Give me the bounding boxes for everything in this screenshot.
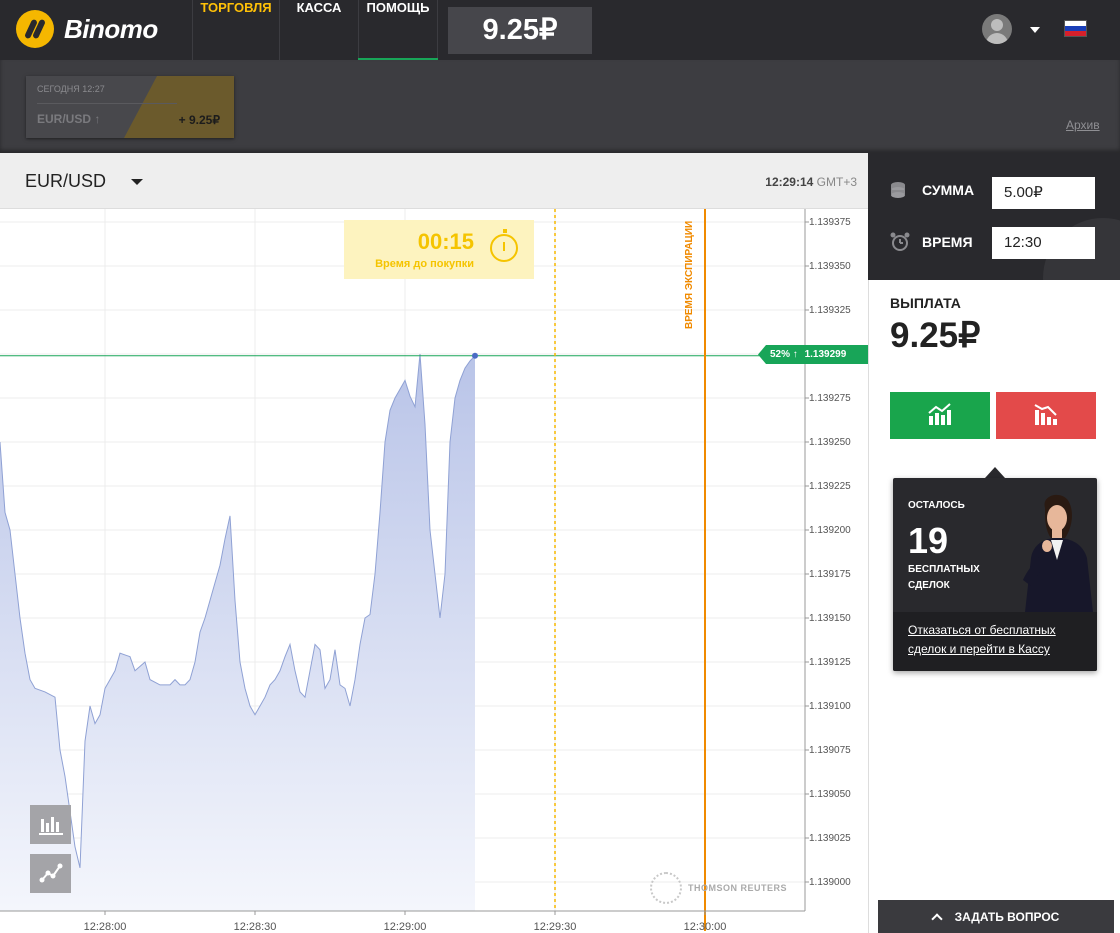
y-tick-label: 1.139050 (809, 789, 851, 800)
ask-question-label: ЗАДАТЬ ВОПРОС (954, 910, 1060, 924)
server-clock: 12:29:14 GMT+3 (765, 175, 857, 189)
payout-label: ВЫПЛАТА (890, 295, 961, 311)
amount-input[interactable]: 5.00₽ (992, 177, 1095, 209)
chevron-down-icon[interactable] (131, 179, 143, 185)
reuters-logo-icon (650, 872, 682, 904)
current-price-dot (472, 352, 478, 359)
account-balance[interactable]: 9.25₽ (448, 7, 592, 54)
deal-time: СЕГОДНЯ 12:27 (37, 84, 105, 94)
x-tick-label: 12:30:00 (684, 921, 727, 933)
y-tick-label: 1.139275 (809, 393, 851, 404)
indicators-button[interactable] (30, 854, 71, 893)
y-tick-label: 1.139125 (809, 657, 851, 668)
archive-link[interactable]: Архив (1066, 118, 1100, 132)
deal-history-strip: СЕГОДНЯ 12:27 EUR/USD ↑ + 9.25₽ Архив (0, 60, 1120, 153)
y-tick-label: 1.139325 (809, 305, 851, 316)
nav-trading[interactable]: ТОРГОВЛЯ (192, 0, 279, 60)
logo-icon (16, 10, 54, 48)
time-row: ВРЕМЯ (890, 232, 973, 252)
y-tick-label: 1.139000 (809, 877, 851, 888)
expiry-time-select[interactable]: 12:30 (992, 227, 1095, 259)
chevron-up-icon (930, 913, 943, 925)
asset-selector[interactable]: EUR/USD (25, 171, 106, 192)
call-up-button[interactable] (890, 392, 990, 439)
reuters-text: THOMSON REUTERS (688, 883, 788, 893)
x-tick-label: 12:29:30 (534, 921, 577, 933)
ask-question-button[interactable]: ЗАДАТЬ ВОПРОС (878, 900, 1114, 933)
amount-label: СУММА (922, 182, 975, 198)
logo[interactable]: Binomo (16, 10, 158, 48)
coins-icon (891, 182, 905, 198)
nav-help[interactable]: ПОМОЩЬ (358, 0, 438, 60)
chart-type-button[interactable] (30, 805, 71, 844)
y-tick-label: 1.139175 (809, 569, 851, 580)
indicator-line-icon (39, 863, 63, 883)
x-tick-label: 12:28:00 (84, 921, 127, 933)
clock-time: 12:29:14 (765, 175, 814, 189)
deal-win-highlight (124, 76, 234, 138)
deal-pair: EUR/USD ↑ (37, 112, 101, 126)
y-tick-label: 1.139075 (809, 745, 851, 756)
chart-header: EUR/USD 12:29:14 GMT+3 (0, 153, 868, 209)
free-deals-label: БЕСПЛАТНЫХ СДЕЛОК (908, 564, 980, 591)
y-tick-label: 1.139150 (809, 613, 851, 624)
current-price-tag: 52% ↑ 1.139299 (758, 345, 868, 364)
price-chart-svg[interactable]: 1.1393751.1393501.1393251.1393001.139275… (0, 209, 868, 933)
deal-profit: + 9.25₽ (178, 113, 220, 127)
y-tick-label: 1.139200 (809, 525, 851, 536)
avatar[interactable] (982, 14, 1012, 44)
bar-chart-icon (39, 817, 63, 835)
chart-up-icon (928, 403, 951, 425)
support-agent-image (1023, 494, 1093, 612)
logo-text: Binomo (64, 13, 158, 44)
time-label: ВРЕМЯ (922, 234, 973, 250)
expiration-time-label: ВРЕМЯ ЭКСПИРАЦИИ (684, 220, 695, 329)
y-tick-label: 1.139375 (809, 217, 851, 228)
amount-row: СУММА (890, 181, 974, 199)
binomo-trading-page: Binomo ТОРГОВЛЯ КАССА ПОМОЩЬ 9.25₽ СЕГОД… (0, 0, 1120, 933)
stopwatch-icon (490, 229, 518, 262)
alarm-clock-icon (890, 232, 910, 251)
purchase-timer-value: 00:15 (417, 229, 474, 254)
x-tick-label: 12:29:00 (384, 921, 427, 933)
top-navigation-bar: Binomo ТОРГОВЛЯ КАССА ПОМОЩЬ 9.25₽ (0, 0, 1120, 61)
payout-value: 9.25₽ (890, 316, 981, 355)
y-tick-label: 1.139225 (809, 481, 851, 492)
y-tick-label: 1.139100 (809, 701, 851, 712)
purchase-timer-label: Время до покупки (375, 258, 474, 270)
price-chart[interactable]: 1.1393751.1393501.1393251.1393001.139275… (0, 209, 868, 933)
y-tick-label: 1.139250 (809, 437, 851, 448)
chevron-down-icon[interactable] (1030, 27, 1040, 33)
put-down-button[interactable] (996, 392, 1096, 439)
russian-flag-icon[interactable] (1064, 20, 1087, 37)
deal-card[interactable]: СЕГОДНЯ 12:27 EUR/USD ↑ + 9.25₽ (26, 76, 234, 138)
free-deals-promo: ОСТАЛОСЬ 19 БЕСПЛАТНЫХ СДЕЛОК Отказаться… (893, 478, 1097, 671)
thomson-reuters-watermark: THOMSON REUTERS (650, 872, 787, 904)
clock-timezone: GMT+3 (816, 175, 857, 189)
current-price: 1.139299 (804, 349, 847, 360)
payout-percent: 52% ↑ (770, 349, 798, 360)
trade-settings-panel: СУММА ВРЕМЯ (868, 153, 1120, 280)
remaining-label: ОСТАЛОСЬ (908, 500, 965, 511)
purchase-timer: 00:15 Время до покупки (344, 220, 534, 279)
nav-cashier[interactable]: КАССА (279, 0, 358, 60)
decline-free-deals-link[interactable]: Отказаться от бесплатных сделок и перейт… (908, 621, 1088, 659)
y-tick-label: 1.139350 (809, 261, 851, 272)
x-tick-label: 12:28:30 (234, 921, 277, 933)
y-tick-label: 1.139025 (809, 833, 851, 844)
free-deals-count: 19 (908, 520, 949, 561)
chart-down-icon (1034, 404, 1057, 425)
